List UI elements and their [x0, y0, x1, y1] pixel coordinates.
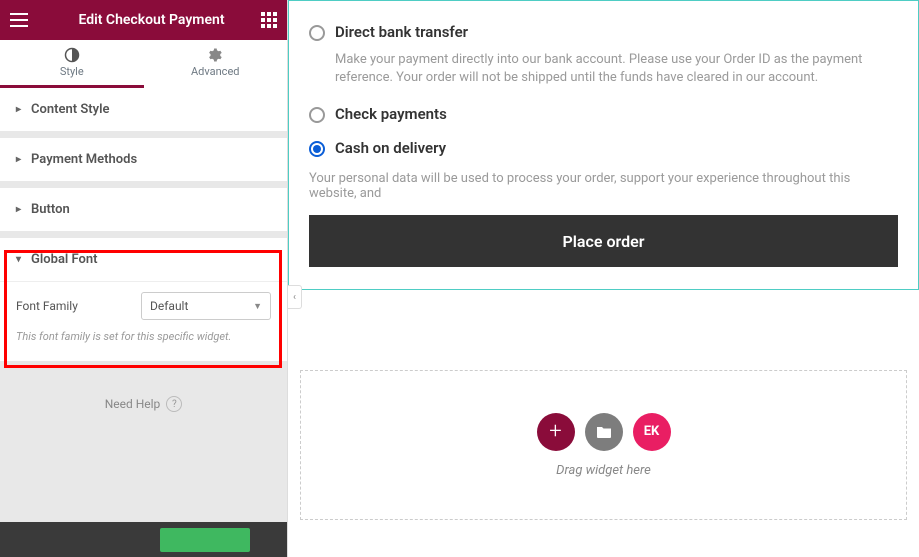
- chevron-down-icon: ▼: [253, 301, 262, 312]
- section-label: Global Font: [31, 252, 98, 267]
- panel-title: Edit Checkout Payment: [42, 12, 261, 28]
- font-family-select[interactable]: Default ▼: [141, 292, 271, 320]
- checkout-payment-widget[interactable]: Direct bank transfer Make your payment d…: [288, 0, 919, 290]
- tab-advanced[interactable]: Advanced: [144, 40, 288, 88]
- payment-label: Direct bank transfer: [335, 23, 468, 41]
- section-label: Payment Methods: [31, 152, 137, 167]
- section-global-font: ▾ Global Font Font Family Default ▼ This …: [0, 238, 287, 362]
- need-help-label: Need Help: [105, 397, 161, 411]
- gear-icon: [207, 47, 223, 63]
- section-global-font-header[interactable]: ▾ Global Font: [0, 238, 287, 281]
- payment-bank-desc: Make your payment directly into our bank…: [335, 51, 898, 87]
- section-button: ▸ Button: [0, 188, 287, 232]
- place-order-button[interactable]: Place order: [309, 215, 898, 267]
- tab-style-label: Style: [60, 65, 84, 78]
- elements-kit-button[interactable]: EK: [633, 413, 671, 451]
- radio-bank[interactable]: [309, 25, 325, 41]
- section-content-style-header[interactable]: ▸ Content Style: [0, 88, 287, 131]
- drop-zone-hint: Drag widget here: [556, 463, 651, 478]
- add-widget-button[interactable]: +: [537, 413, 575, 451]
- panel-footer: [0, 522, 287, 557]
- panel-tabs: Style Advanced: [0, 40, 287, 88]
- tab-advanced-label: Advanced: [191, 65, 239, 78]
- payment-option-check[interactable]: Check payments: [309, 105, 898, 123]
- section-button-header[interactable]: ▸ Button: [0, 188, 287, 231]
- font-family-value: Default: [150, 299, 188, 313]
- collapse-panel-handle[interactable]: ‹: [288, 285, 302, 309]
- need-help[interactable]: Need Help ?: [0, 368, 287, 440]
- folder-icon: [595, 423, 613, 441]
- font-family-help: This font family is set for this specifi…: [16, 330, 271, 343]
- font-family-row: Font Family Default ▼: [16, 292, 271, 320]
- radio-check[interactable]: [309, 107, 325, 123]
- contrast-icon: [64, 47, 80, 63]
- payment-option-bank[interactable]: Direct bank transfer: [309, 23, 898, 41]
- caret-right-icon: ▸: [16, 204, 21, 215]
- panel-header: Edit Checkout Payment: [0, 0, 287, 40]
- template-button[interactable]: [585, 413, 623, 451]
- section-label: Content Style: [31, 102, 109, 117]
- payment-option-cod[interactable]: Cash on delivery: [309, 139, 898, 157]
- radio-cod[interactable]: [309, 141, 325, 157]
- apps-icon[interactable]: [261, 12, 277, 28]
- menu-icon[interactable]: [10, 13, 28, 27]
- caret-right-icon: ▸: [16, 154, 21, 165]
- canvas: Direct bank transfer Make your payment d…: [288, 0, 919, 557]
- drop-zone[interactable]: + EK Drag widget here: [300, 370, 907, 520]
- section-global-font-body: Font Family Default ▼ This font family i…: [0, 281, 287, 361]
- caret-down-icon: ▾: [16, 254, 21, 265]
- drop-zone-buttons: + EK: [537, 413, 671, 451]
- section-payment-methods: ▸ Payment Methods: [0, 138, 287, 182]
- section-label: Button: [31, 202, 70, 217]
- font-family-label: Font Family: [16, 299, 78, 313]
- privacy-text: Your personal data will be used to proce…: [309, 171, 898, 201]
- section-payment-methods-header[interactable]: ▸ Payment Methods: [0, 138, 287, 181]
- sections: ▸Content Style ▸Payment Methods ▸Button …: [0, 88, 287, 522]
- editor-panel: Edit Checkout Payment Style Advanced ▸ Co…: [0, 0, 288, 557]
- payment-label: Check payments: [335, 105, 447, 123]
- caret-right-icon: ▸: [16, 104, 21, 115]
- tab-style[interactable]: Style: [0, 40, 144, 88]
- update-button[interactable]: [160, 528, 250, 552]
- help-icon: ?: [166, 396, 182, 412]
- payment-label: Cash on delivery: [335, 139, 446, 157]
- section-content-style: ▸ Content Style: [0, 88, 287, 132]
